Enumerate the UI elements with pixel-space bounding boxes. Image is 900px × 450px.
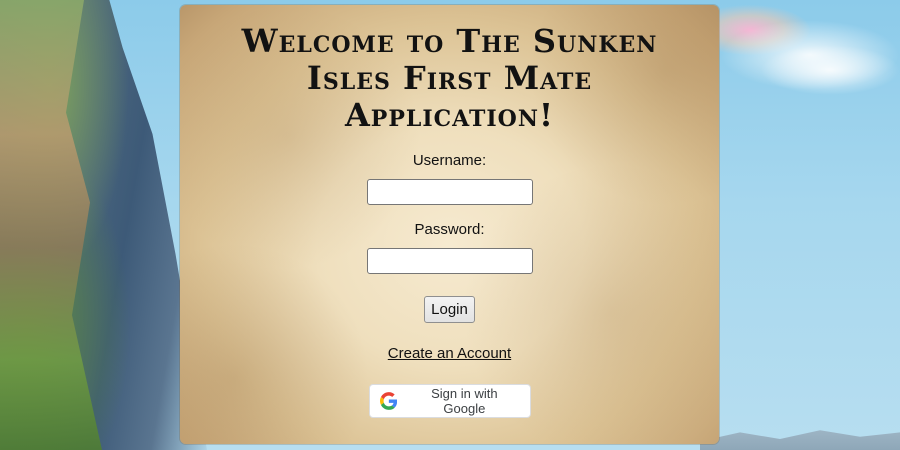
- google-g-icon: [379, 392, 397, 410]
- google-signin-button[interactable]: Sign in with Google: [368, 384, 531, 418]
- username-label: Username:: [412, 152, 487, 169]
- google-button-label: Sign in with Google: [431, 386, 498, 416]
- login-button[interactable]: Login: [424, 296, 475, 323]
- distant-land: [700, 430, 900, 450]
- password-label: Password:: [414, 221, 485, 238]
- login-card: Welcome to The Sunken Isles First Mate A…: [180, 5, 719, 444]
- create-account-link[interactable]: Create an Account: [180, 345, 719, 362]
- username-input[interactable]: [366, 179, 533, 205]
- page-title: Welcome to The Sunken Isles First Mate A…: [241, 22, 658, 134]
- cloud: [760, 45, 900, 95]
- login-content: Welcome to The Sunken Isles First Mate A…: [180, 23, 719, 418]
- password-input[interactable]: [366, 248, 533, 274]
